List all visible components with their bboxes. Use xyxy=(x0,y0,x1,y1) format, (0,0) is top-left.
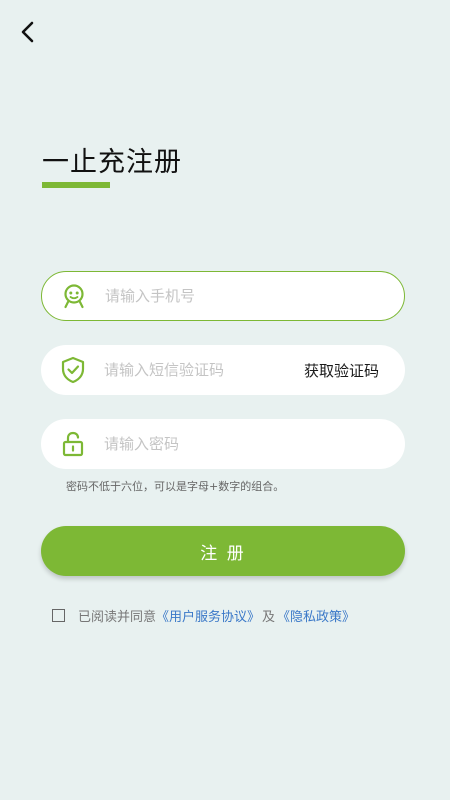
sms-code-field[interactable]: 获取验证码 xyxy=(41,345,405,395)
user-face-icon xyxy=(59,281,89,311)
phone-input[interactable] xyxy=(105,287,404,305)
shield-check-icon xyxy=(58,355,88,385)
title-underline xyxy=(42,182,110,188)
sms-code-input[interactable] xyxy=(104,361,304,379)
agreement-row: 已阅读并同意 《用户服务协议》 及 《隐私政策》 xyxy=(52,606,355,625)
register-button[interactable]: 注 册 xyxy=(41,526,405,576)
back-button[interactable] xyxy=(14,18,42,46)
password-hint: 密码不低于六位，可以是字母+数字的组合。 xyxy=(66,480,285,493)
phone-field[interactable] xyxy=(41,271,405,321)
agreement-and-text: 及 xyxy=(262,610,276,625)
chevron-left-icon xyxy=(21,21,34,43)
privacy-policy-link[interactable]: 《隐私政策》 xyxy=(277,606,355,625)
unlock-icon xyxy=(58,429,88,459)
page-title: 一止充注册 xyxy=(42,147,182,178)
password-input[interactable] xyxy=(104,435,405,453)
agreement-checkbox[interactable] xyxy=(52,609,65,622)
agreement-prefix: 已阅读并同意 xyxy=(78,610,157,625)
get-code-button[interactable]: 获取验证码 xyxy=(304,360,379,381)
service-agreement-link[interactable]: 《用户服务协议》 xyxy=(156,606,260,625)
password-field[interactable] xyxy=(41,419,405,469)
